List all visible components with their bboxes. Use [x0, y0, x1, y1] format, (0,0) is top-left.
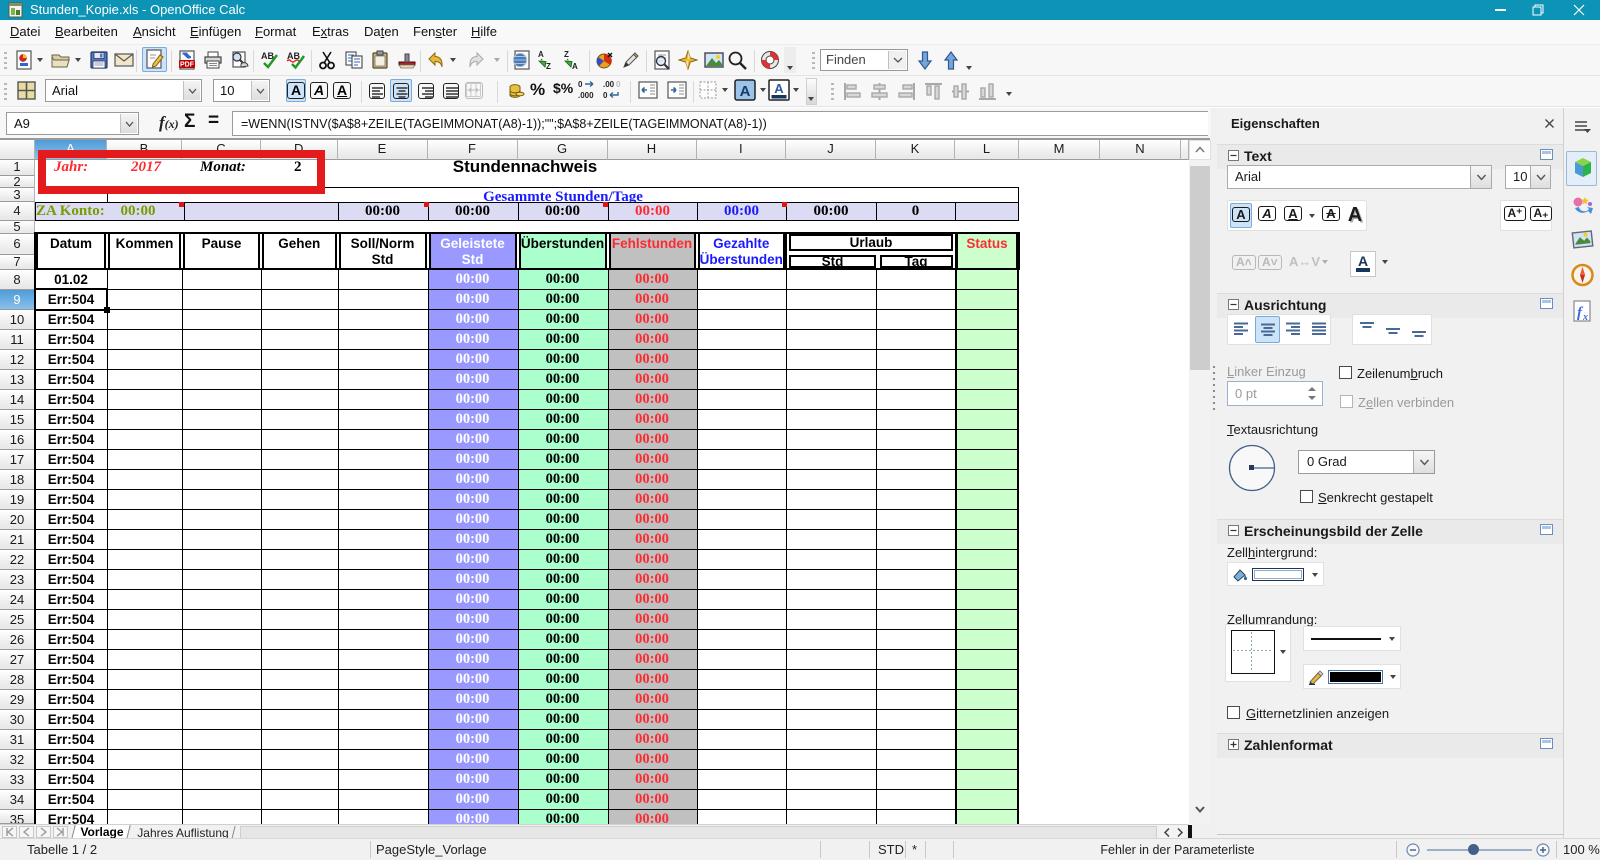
- svg-text:0: 0: [578, 80, 583, 89]
- svg-text:0: 0: [603, 91, 608, 100]
- svg-text:x: x: [1582, 312, 1588, 323]
- svg-text:A: A: [572, 62, 578, 70]
- svg-text:A: A: [774, 81, 784, 96]
- svg-text:0: 0: [616, 80, 621, 89]
- svg-text:.000: .000: [578, 91, 594, 100]
- svg-text:PDF: PDF: [180, 62, 195, 69]
- svg-text:A: A: [538, 50, 544, 59]
- svg-text:Z: Z: [564, 50, 569, 59]
- svg-text:A: A: [740, 83, 751, 100]
- svg-text:.00: .00: [603, 80, 615, 89]
- svg-text:Z: Z: [546, 62, 551, 70]
